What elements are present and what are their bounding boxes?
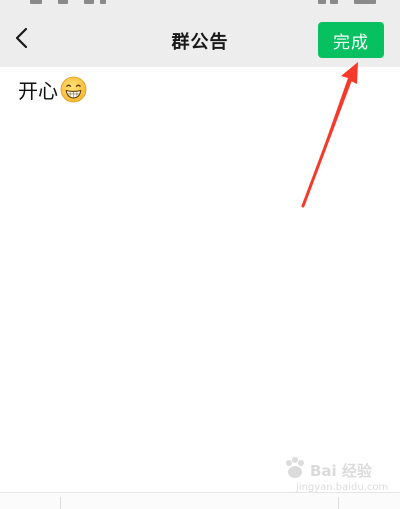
announcement-content[interactable]: 开心 xyxy=(18,75,87,104)
back-button[interactable] xyxy=(6,22,38,54)
watermark-logo: Bai 经验 jingyan.baidu.com xyxy=(282,452,388,500)
clock-icon xyxy=(318,0,326,4)
wifi-icon xyxy=(100,0,106,4)
page-title: 群公告 xyxy=(171,32,229,53)
screen: 群公告 完成 开心 Bai 经验 jingyan.baidu.com xyxy=(0,0,400,509)
toolbar-divider xyxy=(60,497,61,509)
signal-icon xyxy=(30,0,42,4)
chevron-left-icon xyxy=(15,27,28,49)
battery-icon xyxy=(330,0,338,4)
navigation-bar: 群公告 完成 xyxy=(0,8,400,67)
signal-icon xyxy=(84,0,94,4)
announcement-editor[interactable]: 开心 xyxy=(0,67,400,492)
announcement-text: 开心 xyxy=(18,79,58,103)
watermark-url: jingyan.baidu.com xyxy=(296,482,389,493)
done-button[interactable]: 完成 xyxy=(318,22,384,58)
signal-icon xyxy=(58,0,68,4)
grinning-face-emoji-icon xyxy=(60,76,87,103)
watermark-brand: Bai 经验 xyxy=(310,462,372,480)
time-indicator xyxy=(354,0,376,4)
status-bar xyxy=(0,0,400,8)
paw-icon xyxy=(286,457,304,478)
